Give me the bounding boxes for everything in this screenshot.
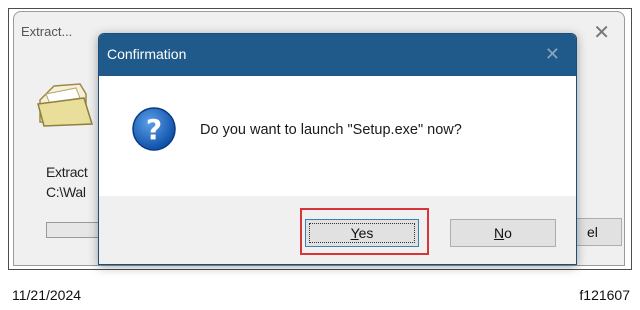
folder-icon xyxy=(36,76,96,137)
no-button[interactable]: No xyxy=(450,219,556,247)
dialog-close-icon[interactable]: ✕ xyxy=(545,44,560,65)
extract-status-line: Extract xyxy=(46,164,88,180)
dialog-body: ? Do you want to launch "Setup.exe" now? xyxy=(99,76,576,196)
caption-date: 11/21/2024 xyxy=(12,287,82,303)
svg-text:?: ? xyxy=(146,113,162,146)
cancel-button[interactable]: el xyxy=(570,218,622,246)
no-accelerator: N xyxy=(494,225,505,241)
extract-window-title: Extract... xyxy=(21,24,73,39)
dialog-title-bar: Confirmation ✕ xyxy=(99,34,576,76)
question-icon: ? xyxy=(131,106,177,157)
no-label-rest: o xyxy=(504,225,512,241)
extract-path-line: C:\Wal xyxy=(46,184,86,200)
yes-button-highlight-box xyxy=(300,208,429,255)
dialog-message: Do you want to launch "Setup.exe" now? xyxy=(200,122,462,138)
cancel-button-label: el xyxy=(587,224,598,240)
extract-close-icon[interactable]: ✕ xyxy=(593,20,610,45)
dialog-title: Confirmation xyxy=(107,46,187,62)
caption-reference: f121607 xyxy=(579,287,630,303)
